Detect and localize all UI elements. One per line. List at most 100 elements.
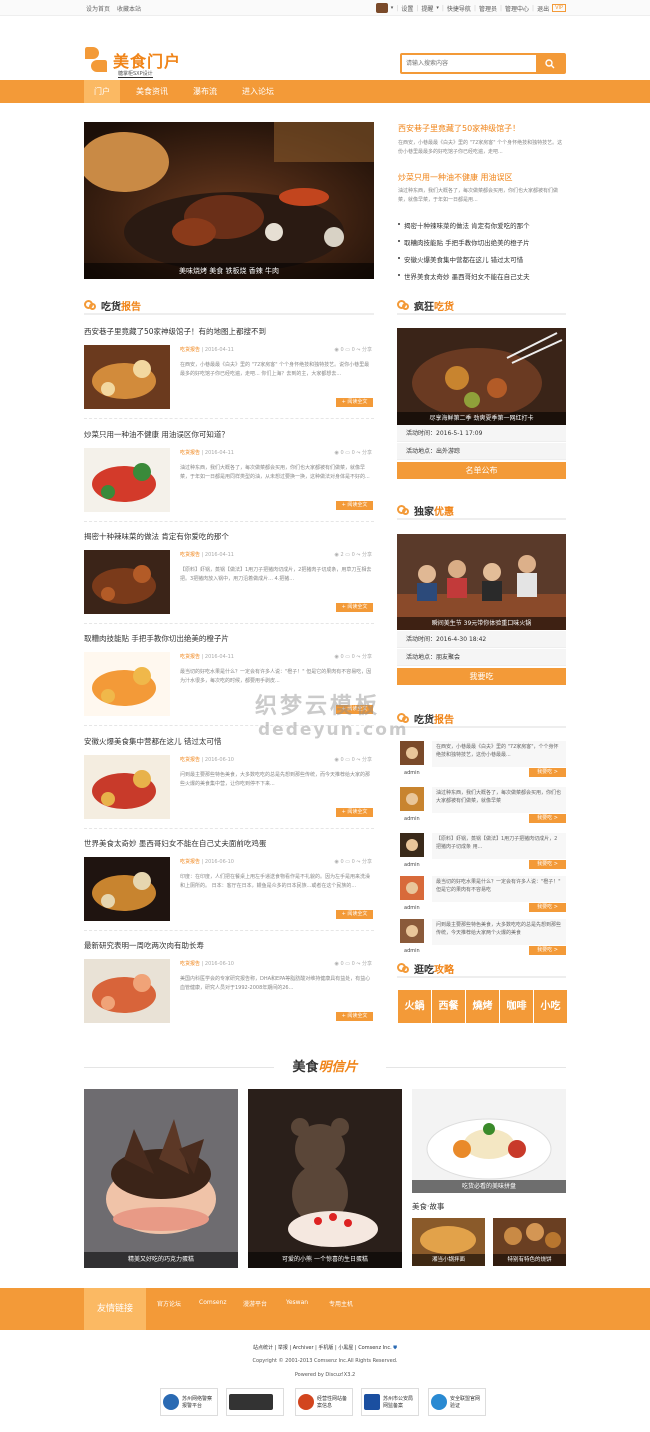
read-more-button[interactable]: + 阅读全文 xyxy=(336,808,373,817)
admin-center-link[interactable]: 管理中心 xyxy=(505,4,529,13)
hero-image[interactable]: 美味烧烤 美食 铁板烧 香辣 牛肉 xyxy=(84,122,374,279)
footer-badge-netpolice[interactable]: 苏州市公安局网监备案 xyxy=(361,1388,419,1416)
postcard-image-3[interactable]: 吃货必看的美味拼盘 xyxy=(412,1089,566,1193)
share-label[interactable]: 分享 xyxy=(362,757,372,763)
postcard-image-2[interactable]: 可爱的小熊 一个惊喜的生日蛋糕 xyxy=(248,1089,402,1268)
nav-item-forum[interactable]: 进入论坛 xyxy=(230,80,286,103)
guide-item-snack[interactable]: 小吃 xyxy=(534,990,567,1023)
avatar[interactable] xyxy=(400,833,424,857)
list-item[interactable]: 安徽火爆美食集中营都在这儿 错过太可惜 xyxy=(398,254,570,271)
article-title[interactable]: 炒菜只用一种油不健康 用油误区你可知道？ xyxy=(84,429,374,440)
share-icon[interactable]: ⤳ xyxy=(356,450,360,456)
crazy-image[interactable]: 尽享海鲜第二季 劲爽夏季第一网红打卡 xyxy=(397,328,566,425)
guide-item-western[interactable]: 西餐 xyxy=(432,990,465,1023)
friend-link[interactable]: 漫游平台 xyxy=(243,1299,267,1308)
footer-link[interactable]: 站点统计 xyxy=(253,1345,273,1351)
article-thumbnail[interactable] xyxy=(84,550,170,614)
list-item[interactable]: 世界美食太奇妙 墨西哥妇女不能在自己丈夫 xyxy=(398,271,570,288)
footer-badge-police[interactable]: 苏州网络警察报警平台 xyxy=(160,1388,218,1416)
article-thumbnail[interactable] xyxy=(84,448,170,512)
share-icon[interactable]: ⤳ xyxy=(356,757,360,763)
guide-item-bbq[interactable]: 燒烤 xyxy=(466,990,499,1023)
author-name[interactable]: admin xyxy=(404,948,420,954)
share-label[interactable]: 分享 xyxy=(362,961,372,967)
go-button[interactable]: 我要吃 > xyxy=(529,903,566,912)
top-news-headline-1[interactable]: 西安巷子里竟藏了50家神级馆子！ xyxy=(398,123,520,134)
footer-badge-emblem[interactable] xyxy=(226,1388,284,1416)
nav-item-portal[interactable]: 门户 xyxy=(84,80,120,103)
read-more-button[interactable]: + 阅读全文 xyxy=(336,603,373,612)
share-label[interactable]: 分享 xyxy=(362,552,372,558)
guide-item-coffee[interactable]: 咖啡 xyxy=(500,990,533,1023)
admin-link[interactable]: 管理员 xyxy=(479,4,497,13)
search-button[interactable] xyxy=(536,55,564,72)
share-icon[interactable]: ⤳ xyxy=(356,654,360,660)
article-category[interactable]: 吃货报告 xyxy=(180,859,200,865)
share-label[interactable]: 分享 xyxy=(362,450,372,456)
go-button[interactable]: 我要吃 > xyxy=(529,860,566,869)
footer-link[interactable]: Comsenz Inc. xyxy=(358,1345,391,1351)
top-news-headline-2[interactable]: 炒菜只用一种油不健康 用油误区 xyxy=(398,172,513,183)
avatar[interactable] xyxy=(400,876,424,900)
footer-link[interactable]: 小黑屋 xyxy=(338,1345,353,1351)
article-title[interactable]: 揭密十种辣味菜的做法 肯定有你爱吃的那个 xyxy=(84,531,374,542)
read-more-button[interactable]: + 阅读全文 xyxy=(336,910,373,919)
author-name[interactable]: admin xyxy=(404,816,420,822)
avatar[interactable] xyxy=(400,787,424,811)
article-thumbnail[interactable] xyxy=(84,345,170,409)
read-more-button[interactable]: + 阅读全文 xyxy=(336,1012,373,1021)
article-category[interactable]: 吃货报告 xyxy=(180,757,200,763)
article-thumbnail[interactable] xyxy=(84,755,170,819)
list-item[interactable]: 取糟肉技能贴 手把手教你切出绝美的橙子片 xyxy=(398,237,570,254)
footer-link[interactable]: 举报 xyxy=(278,1345,288,1351)
share-icon[interactable]: ⤳ xyxy=(356,859,360,865)
read-more-button[interactable]: + 阅读全文 xyxy=(336,398,373,407)
article-thumbnail[interactable] xyxy=(84,959,170,1023)
bookmark-link[interactable]: 收藏本站 xyxy=(117,6,141,13)
article-category[interactable]: 吃货报告 xyxy=(180,654,200,660)
exclusive-image[interactable]: 瞬间美生节 39元带你体验重口味火锅 xyxy=(397,534,566,630)
friend-link[interactable]: 官方论坛 xyxy=(157,1299,181,1308)
go-button[interactable]: 我要吃 > xyxy=(529,814,566,823)
story-image-2[interactable]: 特别有特色的烧饼 xyxy=(493,1218,566,1266)
article-title[interactable]: 最新研究表明一周吃两次肉有助长寿 xyxy=(84,940,374,951)
share-icon[interactable]: ⤳ xyxy=(356,552,360,558)
author-name[interactable]: admin xyxy=(404,862,420,868)
postcard-image-1[interactable]: 精美又好吃的巧克力蛋糕 xyxy=(84,1089,238,1268)
user-avatar[interactable] xyxy=(375,3,388,13)
exclusive-button[interactable]: 我要吃 xyxy=(397,668,566,685)
footer-link[interactable]: 手机版 xyxy=(318,1345,333,1351)
article-category[interactable]: 吃货报告 xyxy=(180,961,200,967)
read-more-button[interactable]: + 阅读全文 xyxy=(336,501,373,510)
settings-link[interactable]: 设置 xyxy=(401,4,413,13)
footer-badge-business[interactable]: 经营性网站备案信息 xyxy=(295,1388,353,1416)
go-button[interactable]: 我要吃 > xyxy=(529,946,566,955)
quick-nav-link[interactable]: 快捷导航 xyxy=(447,4,471,13)
friend-link[interactable]: 专用主机 xyxy=(329,1299,353,1308)
search-input[interactable] xyxy=(402,55,536,72)
footer-link[interactable]: Archiver xyxy=(293,1345,314,1351)
friend-link[interactable]: Comsenz xyxy=(199,1299,226,1306)
story-image-1[interactable]: 湘当小锅拌面 xyxy=(412,1218,485,1266)
author-name[interactable]: admin xyxy=(404,770,420,776)
nav-item-waterfall[interactable]: 瀑布流 xyxy=(182,80,228,103)
share-icon[interactable]: ⤳ xyxy=(356,347,360,353)
go-button[interactable]: 我要吃 > xyxy=(529,768,566,777)
avatar[interactable] xyxy=(400,919,424,943)
article-title[interactable]: 西安巷子里竟藏了50家神级馆子！有的地图上都搜不到 xyxy=(84,326,374,337)
article-title[interactable]: 世界美食太奇妙 墨西哥妇女不能在自己丈夫面前吃鸡蛋 xyxy=(84,838,374,849)
logout-link[interactable]: 退出 xyxy=(537,4,549,13)
friend-link[interactable]: Yeswan xyxy=(286,1299,308,1306)
share-icon[interactable]: ⤳ xyxy=(356,961,360,967)
notifications-link[interactable]: 提醒 xyxy=(421,4,433,13)
chevron-down-icon[interactable]: ▾ xyxy=(436,5,439,11)
share-label[interactable]: 分享 xyxy=(362,859,372,865)
share-label[interactable]: 分享 xyxy=(362,347,372,353)
nav-item-news[interactable]: 美食资讯 xyxy=(124,80,180,103)
crazy-button[interactable]: 名单公布 xyxy=(397,462,566,479)
article-category[interactable]: 吃货报告 xyxy=(180,347,200,353)
article-category[interactable]: 吃货报告 xyxy=(180,450,200,456)
guide-item-hotpot[interactable]: 火鍋 xyxy=(398,990,431,1023)
avatar[interactable] xyxy=(400,741,424,765)
article-title[interactable]: 取糟肉技能贴 手把手教你切出绝美的橙子片 xyxy=(84,633,374,644)
